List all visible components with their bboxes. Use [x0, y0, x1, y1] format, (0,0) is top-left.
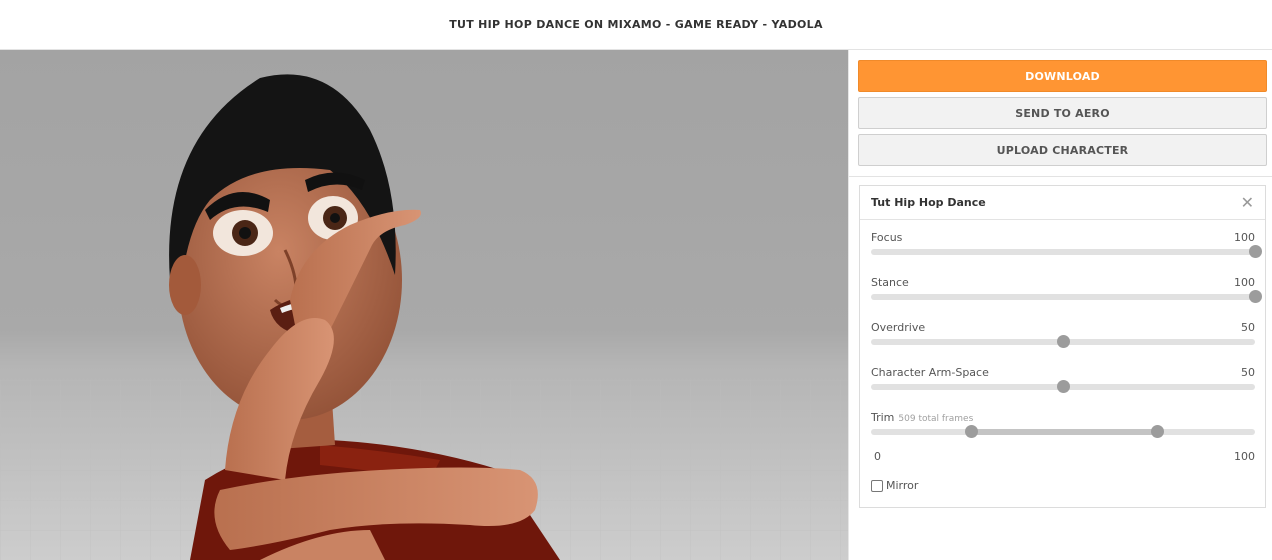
- animation-title: Tut Hip Hop Dance: [871, 196, 986, 209]
- slider-trim: Trim 509 total frames: [871, 411, 1255, 438]
- close-icon[interactable]: ✕: [1241, 194, 1254, 211]
- send-to-aero-button[interactable]: SEND TO AERO: [858, 97, 1267, 129]
- slider-thumb[interactable]: [1057, 380, 1070, 393]
- slider-value: 100: [1234, 276, 1255, 289]
- slider-label: Overdrive: [871, 321, 926, 334]
- trim-max-label: 100: [1234, 450, 1255, 463]
- trim-end-handle[interactable]: [1151, 425, 1165, 438]
- side-panel: DOWNLOAD SEND TO AERO UPLOAD CHARACTER T…: [848, 50, 1272, 560]
- slider-arm-space: Character Arm-Space 50: [871, 366, 1255, 393]
- download-button[interactable]: DOWNLOAD: [858, 60, 1267, 92]
- trim-start-handle[interactable]: [964, 425, 978, 438]
- slider-overdrive: Overdrive 50: [871, 321, 1255, 348]
- slider-label: Focus: [871, 231, 903, 244]
- mirror-label: Mirror: [886, 479, 919, 492]
- card-header: Tut Hip Hop Dance ✕: [860, 186, 1265, 220]
- 3d-viewport[interactable]: [0, 50, 848, 560]
- trim-selected-range: [970, 429, 1158, 435]
- top-bar: TUT HIP HOP DANCE ON MIXAMO - GAME READY…: [0, 0, 1272, 50]
- slider-value: 50: [1241, 366, 1255, 379]
- mirror-option[interactable]: Mirror: [871, 479, 918, 492]
- page-title: TUT HIP HOP DANCE ON MIXAMO - GAME READY…: [449, 18, 823, 31]
- slider-thumb[interactable]: [1057, 335, 1070, 348]
- slider-track[interactable]: [871, 294, 1255, 300]
- mirror-checkbox[interactable]: [871, 479, 883, 492]
- trim-label-group: Trim 509 total frames: [871, 411, 973, 424]
- slider-label: Character Arm-Space: [871, 366, 989, 379]
- slider-value: 100: [1234, 231, 1255, 244]
- slider-label: Stance: [871, 276, 909, 289]
- slider-thumb[interactable]: [1249, 290, 1262, 303]
- slider-thumb[interactable]: [1249, 245, 1262, 258]
- trim-min-label: 0: [874, 450, 881, 463]
- trim-label: Trim: [871, 411, 895, 424]
- divider: [849, 176, 1272, 177]
- upload-character-button[interactable]: UPLOAD CHARACTER: [858, 134, 1267, 166]
- slider-value: 50: [1241, 321, 1255, 334]
- slider-focus: Focus 100: [871, 231, 1262, 258]
- slider-stance: Stance 100: [871, 276, 1262, 303]
- slider-track[interactable]: [871, 249, 1255, 255]
- trim-range-labels: 0 100: [871, 450, 1255, 463]
- character-preview: [0, 74, 848, 560]
- total-frames-label: 509 total frames: [898, 414, 974, 424]
- animation-settings-card: Tut Hip Hop Dance ✕ Focus 100 Stance 100…: [859, 185, 1266, 508]
